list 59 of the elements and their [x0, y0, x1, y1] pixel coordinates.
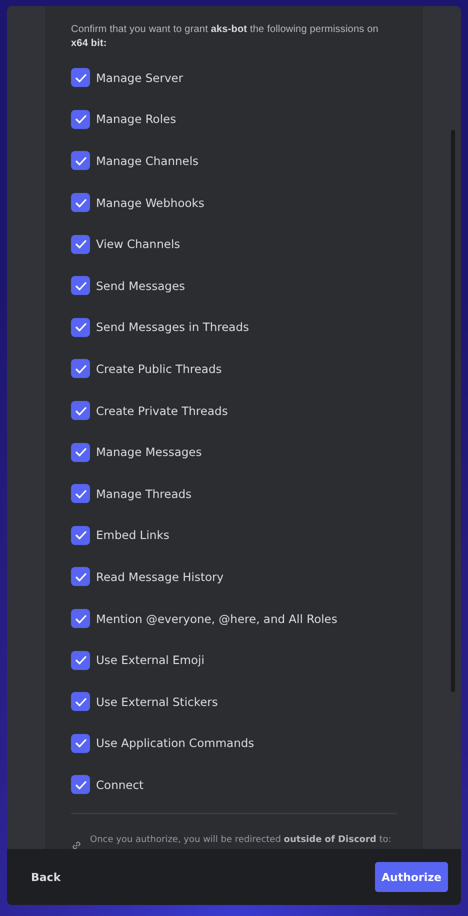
- check-icon: [74, 488, 86, 499]
- permission-label: View Channels: [96, 237, 180, 252]
- permission-label: Send Messages in Threads: [96, 320, 250, 334]
- link-icon: [71, 840, 82, 849]
- check-icon: [74, 198, 86, 208]
- permission-label: Manage Server: [96, 70, 184, 85]
- checkbox[interactable]: [71, 318, 90, 337]
- checkbox[interactable]: [71, 401, 90, 420]
- check-icon: [74, 114, 86, 124]
- check-icon: [74, 280, 86, 291]
- permission-label: Embed Links: [96, 528, 170, 542]
- check-icon: [74, 655, 86, 666]
- permission-label: Connect: [96, 778, 144, 792]
- check-icon: [74, 780, 86, 790]
- checkbox[interactable]: [71, 151, 90, 170]
- permission-label: Manage Roles: [96, 112, 176, 126]
- check-icon: [74, 364, 86, 374]
- permission-label: Manage Messages: [96, 445, 202, 460]
- checkbox[interactable]: [71, 442, 90, 462]
- checkbox[interactable]: [71, 526, 90, 545]
- checkbox[interactable]: [71, 734, 90, 753]
- checkbox[interactable]: [71, 650, 90, 670]
- check-icon: [74, 72, 86, 83]
- check-icon: [74, 239, 86, 250]
- check-icon: [74, 406, 86, 416]
- permission-label: Use Application Commands: [96, 736, 254, 750]
- check-icon: [74, 696, 86, 707]
- checkbox[interactable]: [71, 276, 90, 296]
- checkbox[interactable]: [71, 567, 90, 586]
- check-icon: [74, 156, 86, 166]
- permission-label: Create Private Threads: [96, 404, 228, 418]
- checkbox[interactable]: [71, 193, 90, 212]
- permission-label: Use External Stickers: [96, 694, 218, 709]
- permission-label: Mention @everyone, @here, and All Roles: [96, 612, 338, 626]
- checkbox[interactable]: [71, 68, 90, 88]
- check-icon: [74, 530, 86, 540]
- check-icon: [74, 738, 86, 748]
- permission-label: Manage Webhooks: [96, 196, 204, 210]
- check-icon: [74, 322, 86, 332]
- checkbox[interactable]: [71, 484, 90, 504]
- checkbox[interactable]: [71, 359, 90, 378]
- permission-label: Send Messages: [96, 278, 186, 293]
- permission-label: Manage Threads: [96, 486, 192, 501]
- checkbox[interactable]: [71, 692, 90, 712]
- checkbox[interactable]: [71, 609, 90, 628]
- redirect-notice: Once you authorize, you will be redirected outside of Discord to:: [90, 834, 392, 846]
- check-icon: [74, 572, 86, 582]
- authorize-button[interactable]: Authorize: [375, 862, 448, 892]
- check-icon: [74, 447, 86, 458]
- checkbox[interactable]: [71, 234, 90, 254]
- intro-text: Confirm that you want to grant aks-bot the following permissions on x64 bit:: [71, 23, 380, 51]
- permission-label: Use External Emoji: [96, 653, 204, 668]
- permission-label: Read Message History: [96, 570, 224, 584]
- back-button[interactable]: Back: [21, 862, 71, 892]
- checkbox[interactable]: [71, 775, 90, 794]
- checkbox[interactable]: [71, 110, 90, 129]
- check-icon: [74, 614, 86, 624]
- permission-label: Create Public Threads: [96, 362, 222, 376]
- permission-label: Manage Channels: [96, 154, 199, 168]
